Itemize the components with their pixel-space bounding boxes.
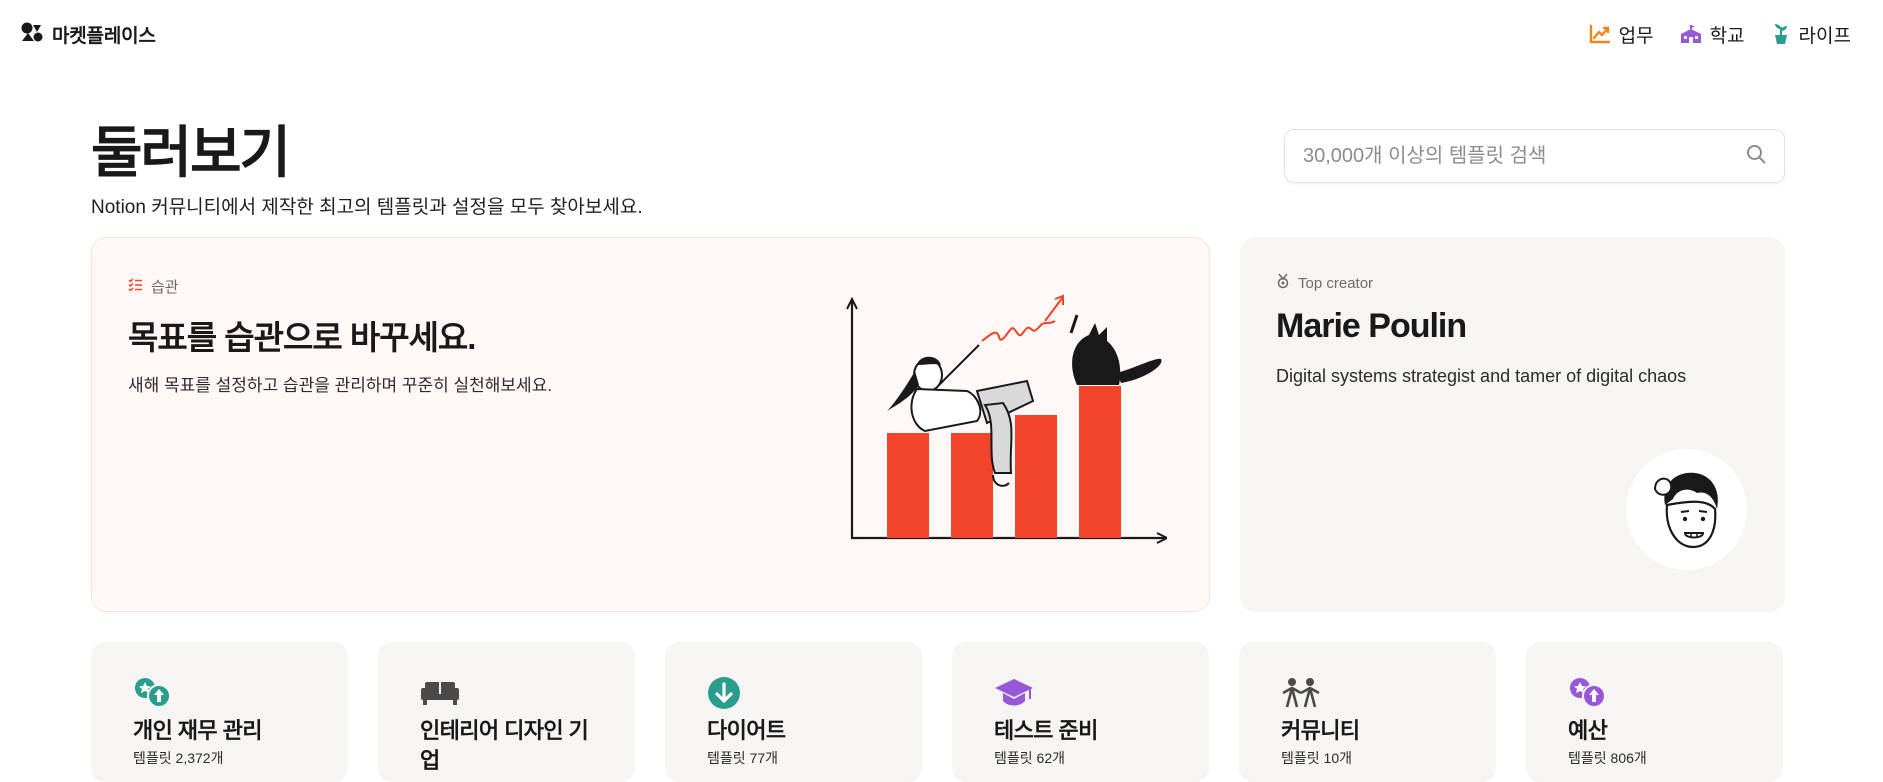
notion-shapes-icon (20, 21, 44, 48)
chart-line-icon (1589, 24, 1611, 44)
nav-item-work[interactable]: 업무 (1589, 21, 1654, 48)
category-card-row: 개인 재무 관리 템플릿 2,372개 인테리어 디자인 기업 다이어트 템플릿… (91, 642, 1785, 782)
category-card-budget[interactable]: 예산 템플릿 806개 (1526, 642, 1783, 782)
hero-title: 목표를 습관으로 바꾸세요. (128, 319, 476, 356)
page-title: 둘러보기 (91, 121, 291, 184)
top-creator-card[interactable]: Top creator Marie Poulin Digital systems… (1240, 237, 1785, 612)
medal-icon (1276, 273, 1290, 293)
nav-item-life-label: 라이프 (1798, 25, 1851, 47)
creator-bio: Digital systems strategist and tamer of … (1276, 366, 1687, 386)
hero-tag: 습관 (128, 276, 179, 297)
creator-tag: Top creator (1276, 273, 1373, 293)
finance-icon (133, 676, 348, 710)
nav-item-life[interactable]: 라이프 (1771, 21, 1851, 48)
search-input[interactable] (1303, 144, 1746, 168)
category-card-interior-design[interactable]: 인테리어 디자인 기업 (378, 642, 635, 782)
checklist-icon (128, 278, 143, 295)
category-name: 예산 (1568, 718, 1608, 743)
category-name: 인테리어 디자인 기업 (420, 718, 589, 773)
category-count: 템플릿 62개 (994, 750, 1065, 766)
category-name: 테스트 준비 (994, 718, 1098, 743)
category-card-test-prep[interactable]: 테스트 준비 템플릿 62개 (952, 642, 1209, 782)
avatar (1626, 449, 1747, 570)
page-subtitle: Notion 커뮤니티에서 제작한 최고의 템플릿과 설정을 모두 찾아보세요. (91, 197, 643, 218)
nav-item-school[interactable]: 학교 (1680, 21, 1745, 48)
hero-tag-label: 습관 (151, 279, 179, 296)
category-count: 템플릿 806개 (1568, 750, 1647, 766)
people-icon (1281, 676, 1496, 710)
category-card-personal-finance[interactable]: 개인 재무 관리 템플릿 2,372개 (91, 642, 348, 782)
template-search-box (1284, 129, 1785, 183)
creator-tag-label: Top creator (1298, 274, 1374, 292)
category-name: 개인 재무 관리 (133, 718, 262, 743)
featured-habits-card[interactable]: 습관 목표를 습관으로 바꾸세요. 새해 목표를 설정하고 습관을 관리하며 꾸… (91, 237, 1210, 612)
arrow-down-circle-icon (707, 676, 922, 710)
nav-item-school-label: 학교 (1709, 25, 1745, 47)
creator-name: Marie Poulin (1276, 307, 1467, 345)
nav-item-work-label: 업무 (1618, 25, 1654, 47)
graduation-cap-icon (994, 676, 1209, 710)
category-card-diet[interactable]: 다이어트 템플릿 77개 (665, 642, 922, 782)
plant-icon (1771, 23, 1791, 45)
habit-chart-illustration (827, 293, 1170, 558)
top-navigation-bar: 마켓플레이스 업무 학교 라이프 (0, 0, 1883, 68)
search-icon[interactable] (1746, 144, 1766, 169)
sofa-icon (420, 676, 635, 710)
budget-icon (1568, 676, 1783, 710)
category-nav: 업무 학교 라이프 (1589, 21, 1863, 48)
category-name: 커뮤니티 (1281, 718, 1360, 743)
category-count: 템플릿 77개 (707, 750, 778, 766)
category-count: 템플릿 10개 (1281, 750, 1352, 766)
category-card-community[interactable]: 커뮤니티 템플릿 10개 (1239, 642, 1496, 782)
marketplace-home-link[interactable]: 마켓플레이스 (20, 21, 156, 48)
category-name: 다이어트 (707, 718, 786, 743)
school-icon (1680, 24, 1702, 44)
category-count: 템플릿 2,372개 (133, 750, 224, 766)
marketplace-title: 마켓플레이스 (52, 25, 156, 47)
hero-description: 새해 목표를 설정하고 습관을 관리하며 꾸준히 실천해보세요. (128, 376, 553, 395)
